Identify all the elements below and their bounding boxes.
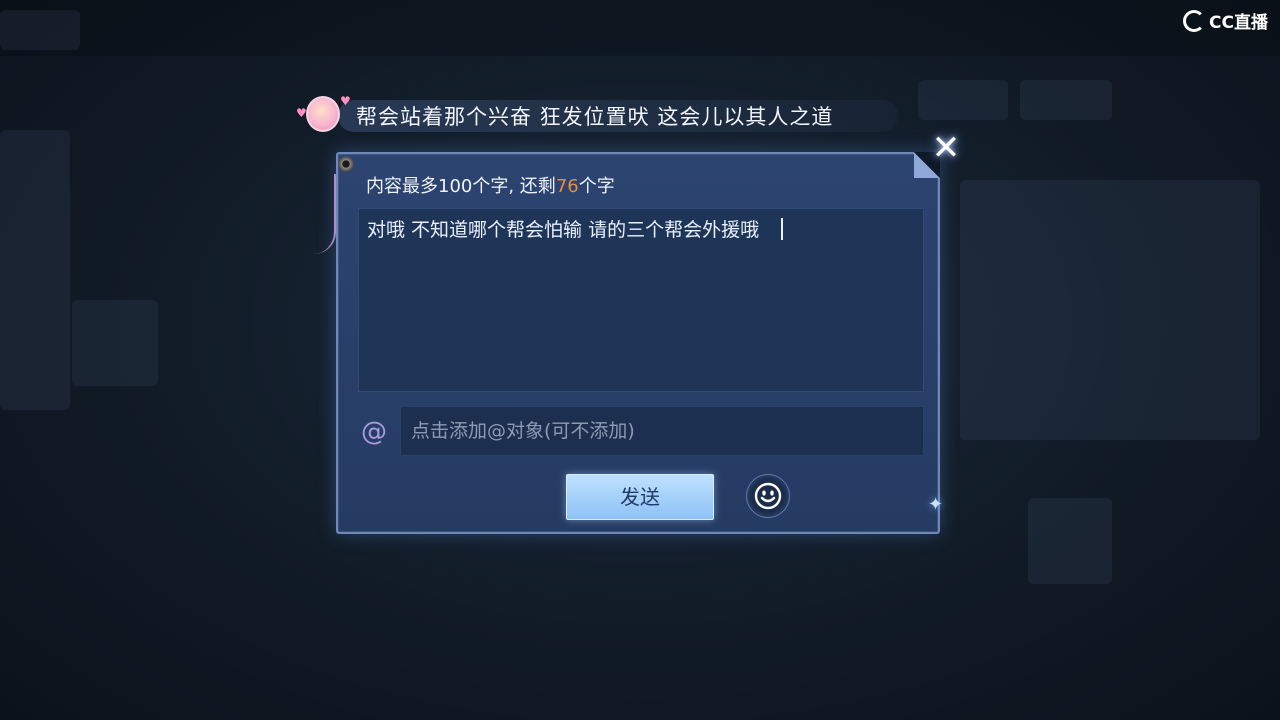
emoji-button[interactable] bbox=[746, 474, 790, 518]
send-button[interactable]: 发送 bbox=[566, 474, 714, 520]
danmaku-text: 帮会站着那个兴奋 狂发位置吠 这会儿以其人之道 bbox=[356, 105, 834, 129]
message-text: 对哦 不知道哪个帮会怕输 请的三个帮会外援哦 bbox=[367, 219, 760, 241]
cc-logo-icon bbox=[1183, 9, 1206, 32]
tassel-decoration bbox=[314, 174, 336, 254]
smiley-icon bbox=[754, 482, 782, 510]
counter-prefix: 内容最多100个字, 还剩 bbox=[366, 176, 556, 197]
char-counter: 内容最多100个字, 还剩76个字 bbox=[366, 172, 615, 198]
message-textarea[interactable]: 对哦 不知道哪个帮会怕输 请的三个帮会外援哦 bbox=[358, 208, 924, 392]
sparkle-icon: ✦ bbox=[928, 494, 944, 515]
mention-input[interactable]: 点击添加@对象(可不添加) bbox=[400, 406, 924, 456]
logo-text: CC直播 bbox=[1209, 13, 1268, 33]
avatar-face-icon bbox=[306, 96, 340, 132]
heart-icon: ♥ bbox=[296, 106, 307, 120]
text-caret bbox=[781, 218, 784, 240]
background-slot bbox=[1028, 498, 1112, 584]
background-tab bbox=[1020, 80, 1112, 120]
pin-icon bbox=[338, 156, 354, 172]
counter-remaining: 76 bbox=[555, 176, 579, 197]
background-sidebar bbox=[0, 130, 70, 410]
cc-live-logo: CC直播 bbox=[1183, 8, 1268, 33]
background-portrait bbox=[72, 300, 158, 386]
counter-suffix: 个字 bbox=[578, 176, 615, 197]
comment-dialog: 内容最多100个字, 还剩76个字 对哦 不知道哪个帮会怕输 请的三个帮会外援哦… bbox=[334, 152, 940, 534]
heart-icon: ♥ bbox=[340, 94, 351, 108]
danmaku-bar: ♥ ♥ 帮会站着那个兴奋 狂发位置吠 这会儿以其人之道 bbox=[288, 92, 898, 140]
background-top-bar bbox=[0, 0, 1280, 56]
danmaku-avatar: ♥ ♥ bbox=[288, 92, 351, 140]
close-icon[interactable]: ✕ bbox=[926, 130, 966, 166]
background-panel bbox=[0, 10, 80, 50]
background-item-grid bbox=[960, 180, 1260, 440]
background-tab bbox=[918, 80, 1008, 120]
at-icon[interactable]: @ bbox=[358, 416, 390, 448]
